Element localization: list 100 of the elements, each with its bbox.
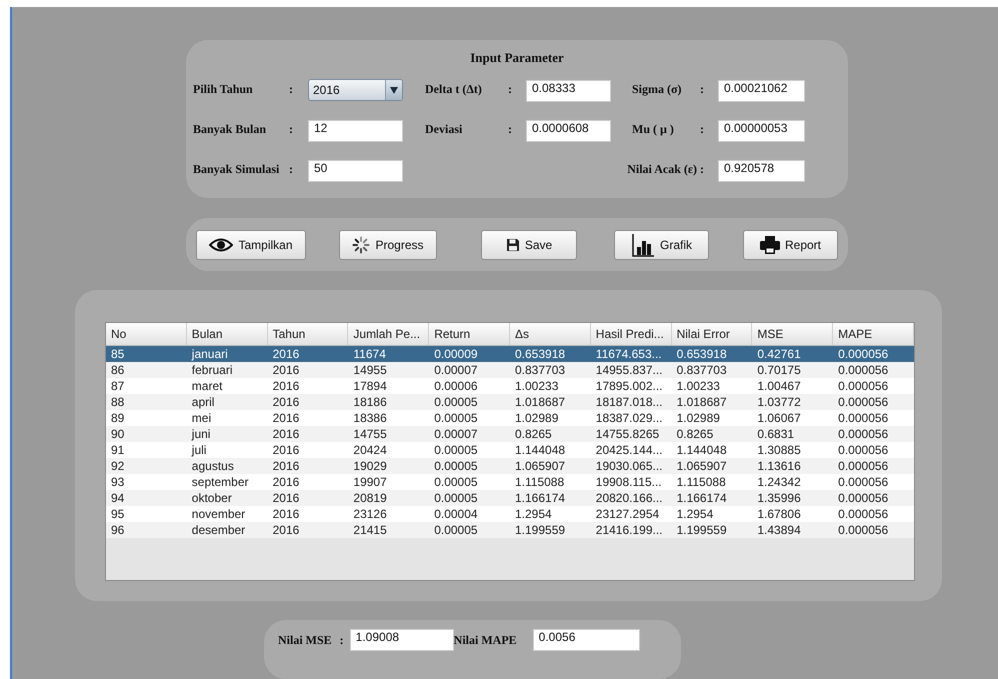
table-cell-text: 87: [110, 378, 126, 394]
print-button[interactable]: Report: [743, 230, 838, 260]
result-field[interactable]: 1.09008: [350, 628, 454, 651]
spinner-button[interactable]: Progress: [339, 230, 437, 260]
table-row[interactable]: 95 november 2016 23126 0.00004 1.2954 23127.2954 1.2954 1.67806 0.000056: [106, 506, 914, 522]
table-cell-text: 17894: [352, 378, 388, 394]
table-cell-text: 0.8265: [676, 426, 714, 442]
table-row[interactable]: 96 desember 2016 21415 0.00005 1.199559 21416.199... 1.199559 1.43894 0.000056: [106, 522, 914, 538]
table-cell-text: 1.35996: [756, 490, 802, 506]
column-header[interactable]: Tahun: [268, 323, 348, 346]
year-dropdown[interactable]: 2016: [308, 79, 403, 101]
table-row[interactable]: 87 maret 2016 17894 0.00006 1.00233 17895.002... 1.00233 1.00467 0.000056: [106, 378, 914, 394]
table-cell-text: 20424: [352, 442, 388, 458]
table-row[interactable]: 86 februari 2016 14955 0.00007 0.837703 14955.837... 0.837703 0.70175 0.000056: [106, 362, 914, 378]
table-cell-text: agustus: [190, 458, 235, 474]
table-cell-text: 1.30885: [756, 442, 802, 458]
table-cell-text: 1.018687: [676, 394, 728, 410]
table-cell-text: 14955.837...: [594, 362, 664, 378]
input-field[interactable]: 50: [308, 160, 403, 182]
table-cell-text: 90: [110, 426, 126, 442]
table-row[interactable]: 93 september 2016 19907 0.00005 1.115088 19908.115... 1.115088 1.24342 0.000056: [106, 474, 914, 490]
table-row[interactable]: 88 april 2016 18186 0.00005 1.018687 18187.018... 1.018687 1.03772 0.000056: [106, 394, 914, 410]
field-label: Banyak Simulasi: [193, 161, 280, 177]
table-row[interactable]: 91 juli 2016 20424 0.00005 1.144048 20425.144... 1.144048 1.30885 0.000056: [106, 442, 914, 458]
table-cell-text: 0.00005: [433, 442, 479, 458]
table-cell-text: 18387.029...: [594, 410, 664, 426]
column-header[interactable]: No: [106, 323, 187, 346]
colon-label: :: [289, 121, 294, 137]
table-cell-text: 1.199559: [514, 522, 566, 538]
column-header[interactable]: Jumlah Pe...: [348, 323, 430, 346]
table-cell-text: 0.000056: [837, 458, 890, 474]
table-cell-text: 20820.166...: [594, 490, 664, 506]
spinner-icon: [352, 236, 370, 254]
input-field[interactable]: 0.920578: [718, 160, 805, 182]
colon-label: :: [508, 81, 513, 97]
input-field[interactable]: 0.08333: [526, 80, 611, 102]
input-field[interactable]: 12: [308, 120, 403, 142]
table-cell-text: 2016: [272, 410, 300, 426]
table-row[interactable]: 85 januari 2016 11674 0.00009 0.653918 11674.653... 0.653918 0.42761 0.000056: [106, 346, 914, 362]
table-cell-text: 2016: [272, 442, 300, 458]
table-cell-text: 0.6831: [756, 426, 796, 442]
table-cell-text: november: [190, 506, 246, 522]
field-label: Deviasi: [425, 121, 464, 137]
table-cell-text: 1.00233: [676, 378, 721, 394]
table-cell-text: 2016: [272, 458, 300, 474]
colon-label: :: [700, 121, 705, 137]
column-header[interactable]: Δs: [510, 323, 591, 346]
table-cell-text: 14955: [352, 362, 388, 378]
table-cell-text: 0.00005: [433, 458, 479, 474]
table-cell-text: 0.00009: [433, 346, 479, 362]
table-cell-text: 93: [110, 474, 126, 490]
table-cell-text: 1.13616: [756, 458, 802, 474]
input-field[interactable]: 0.00021062: [718, 80, 805, 102]
table-cell-text: 0.000056: [837, 522, 890, 538]
field-label: Pilih Tahun: [193, 81, 254, 97]
table-cell-text: 17895.002...: [594, 378, 664, 394]
table-cell-text: 0.000056: [837, 346, 890, 362]
eye-button[interactable]: Tampilkan: [196, 230, 306, 260]
table-cell-text: 0.653918: [514, 346, 566, 362]
column-header[interactable]: MAPE: [833, 323, 914, 346]
table-cell-text: 20819: [352, 490, 388, 506]
table-cell-text: 0.000056: [837, 506, 890, 522]
table-row[interactable]: 89 mei 2016 18386 0.00005 1.02989 18387.029... 1.02989 1.06067 0.000056: [106, 410, 914, 426]
table-cell-text: 0.00005: [433, 474, 479, 490]
table-cell-text: 92: [110, 458, 126, 474]
table-cell-text: april: [190, 394, 216, 410]
column-header[interactable]: Hasil Predi...: [590, 323, 672, 346]
bar-chart-icon: [630, 232, 655, 257]
table-cell-text: 23127.2954: [594, 506, 660, 522]
result-field[interactable]: 0.0056: [532, 628, 640, 651]
table-cell-text: 11674: [352, 346, 387, 362]
table-cell-text: 89: [110, 410, 126, 426]
table-cell-text: 2016: [272, 506, 300, 522]
table-cell-text: 0.00007: [433, 426, 479, 442]
result-label: Nilai MSE: [278, 632, 332, 648]
column-header[interactable]: MSE: [752, 323, 834, 346]
table-cell-text: 2016: [272, 426, 300, 442]
table-cell-text: 14755.8265: [594, 426, 660, 442]
table-cell-text: 1.166174: [514, 490, 566, 506]
table-cell-text: 0.00004: [433, 506, 479, 522]
chart-button[interactable]: Grafik: [614, 230, 709, 260]
table-row[interactable]: 94 oktober 2016 20819 0.00005 1.166174 20820.166... 1.166174 1.35996 0.000056: [106, 490, 914, 506]
column-header[interactable]: Nilai Error: [672, 323, 752, 346]
table-cell-text: 2016: [272, 490, 300, 506]
save-button[interactable]: Save: [481, 230, 577, 260]
table-cell-text: 19029: [352, 458, 388, 474]
colon-label: :: [508, 121, 513, 137]
table-cell-text: 0.837703: [514, 362, 566, 378]
column-header[interactable]: Bulan: [186, 323, 268, 346]
table-cell-text: 0.000056: [837, 378, 890, 394]
input-field[interactable]: 0.0000608: [526, 120, 611, 142]
table-cell-text: 1.2954: [676, 506, 714, 522]
table-cell-text: 1.00467: [756, 378, 802, 394]
table-row[interactable]: 90 juni 2016 14755 0.00007 0.8265 14755.8265 0.8265 0.6831 0.000056: [106, 426, 914, 442]
table-row[interactable]: 92 agustus 2016 19029 0.00005 1.065907 19030.065... 1.065907 1.13616 0.000056: [106, 458, 914, 474]
column-header[interactable]: Return: [429, 323, 510, 346]
table-cell-text: 2016: [272, 474, 300, 490]
table-cell-text: 0.000056: [837, 490, 890, 506]
input-field[interactable]: 0.00000053: [718, 120, 805, 142]
table-cell-text: januari: [190, 346, 229, 362]
